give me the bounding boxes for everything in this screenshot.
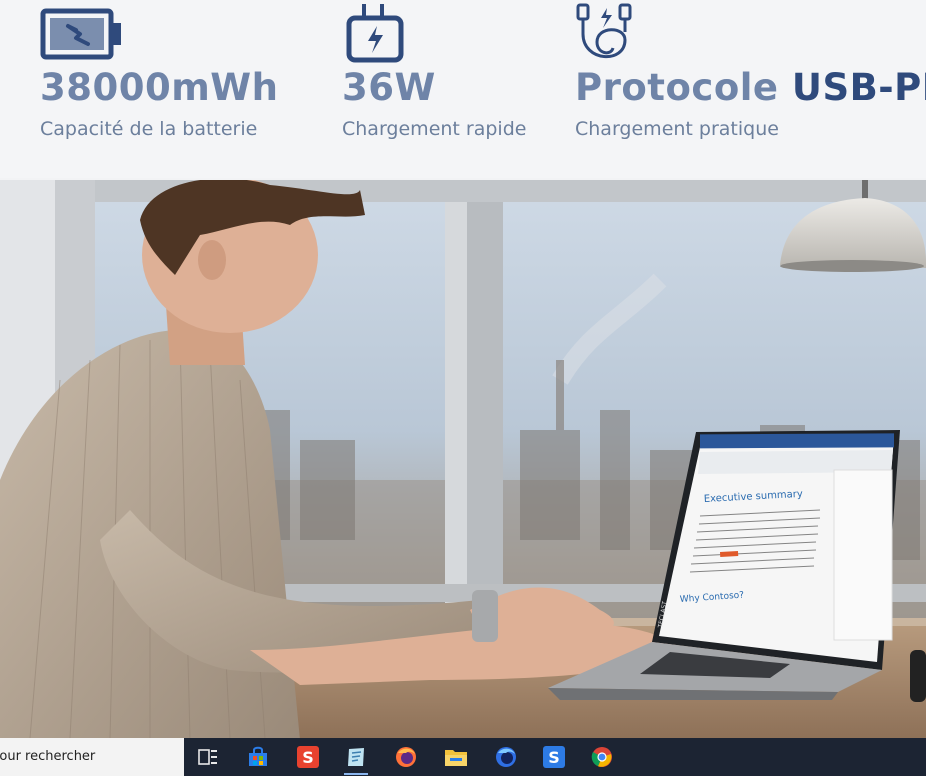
svg-text:S: S [548, 748, 560, 767]
battery-capacity-caption: Capacité de la batterie [40, 118, 258, 140]
s-app-icon[interactable]: S [539, 742, 569, 772]
taskbar-search-box[interactable]: Pour rechercher [0, 738, 184, 776]
firefox-nightly-icon[interactable] [491, 742, 521, 772]
hero-photo: Executive summary Why Contoso? TECLAST [0, 180, 926, 738]
usb-cable-icon [575, 2, 637, 70]
battery-icon [40, 8, 124, 64]
file-explorer-icon[interactable] [441, 742, 471, 772]
usb-protocol-caption: Chargement pratique [575, 118, 779, 140]
usb-protocol-prefix: Protocole [575, 66, 792, 109]
sogou-s-icon[interactable]: S [293, 742, 323, 772]
spec-header: 38000mWh Capacité de la batterie 36W Cha… [0, 0, 926, 178]
charging-power-caption: Chargement rapide [342, 118, 527, 140]
firefox-icon[interactable] [391, 742, 421, 772]
svg-text:S: S [302, 748, 314, 767]
usb-protocol-value: Protocole USB-PD [575, 66, 926, 109]
usb-protocol-highlight: USB-PD [791, 66, 926, 109]
notes-app-icon[interactable] [341, 742, 371, 775]
charging-power-value: 36W [342, 66, 436, 109]
task-view-icon[interactable] [193, 742, 223, 772]
battery-capacity-value: 38000mWh [40, 66, 279, 109]
taskbar: Pour rechercher S S [0, 738, 926, 776]
wristwatch [472, 590, 498, 642]
charger-plug-icon [346, 2, 406, 68]
store-icon[interactable] [243, 742, 273, 772]
taskbar-search-text: Pour rechercher [0, 749, 96, 764]
chrome-icon[interactable] [587, 742, 617, 772]
